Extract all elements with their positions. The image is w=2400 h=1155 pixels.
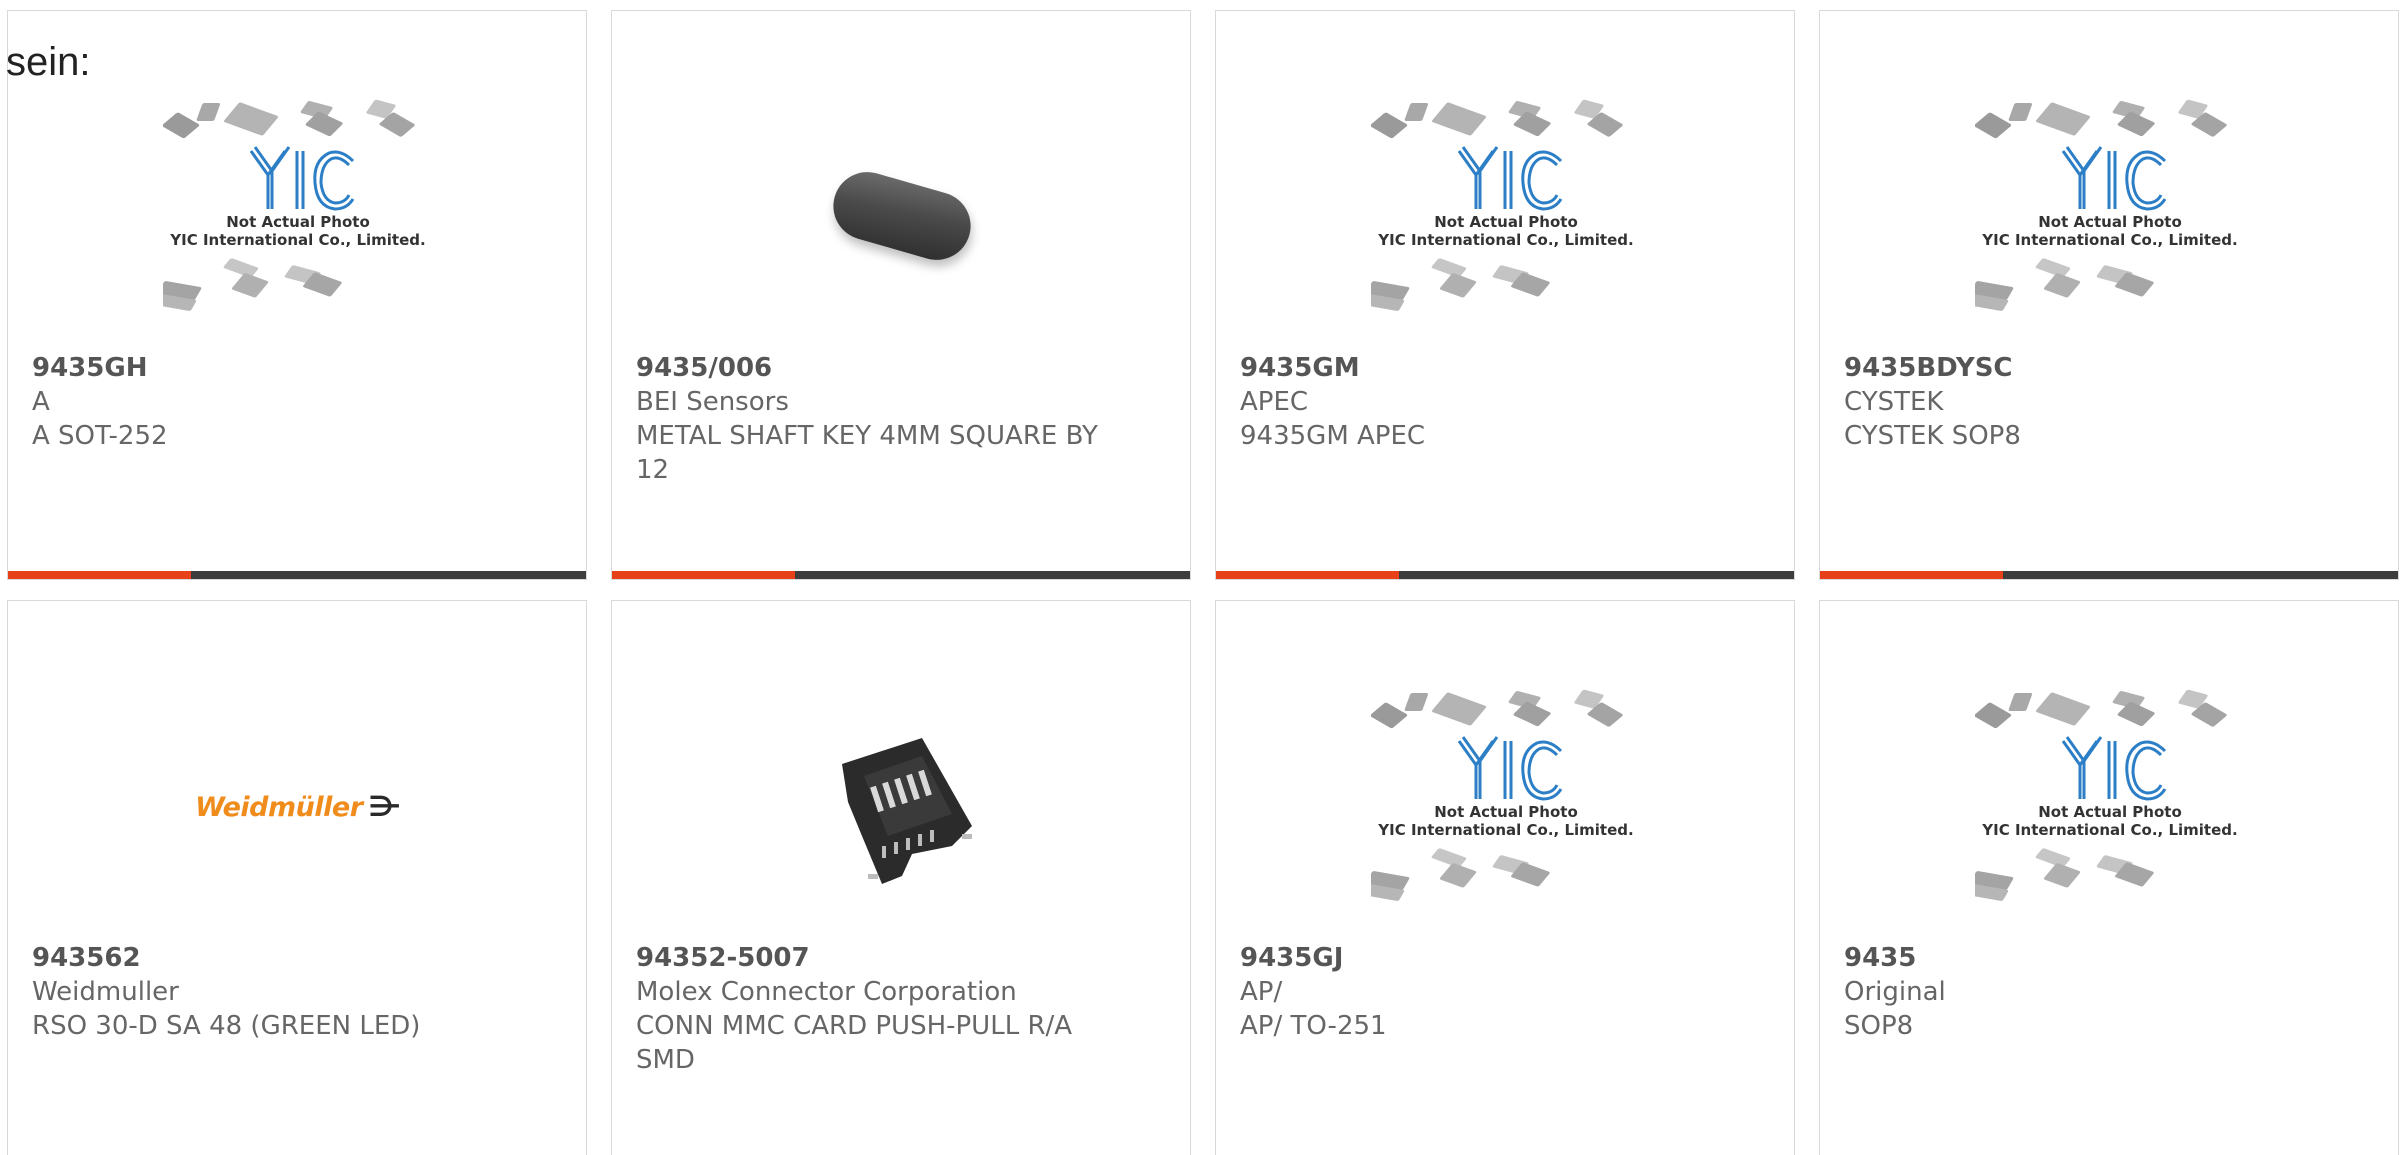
card-accent bbox=[1820, 571, 2003, 579]
placeholder-caption-2: YIC International Co., Limited. bbox=[1377, 231, 1633, 249]
description: SOP8 bbox=[1844, 1011, 1914, 1041]
yic-placeholder-image[interactable]: Not Actual Photo YIC International Co., L… bbox=[1371, 681, 1641, 931]
description: CYSTEK SOP8 bbox=[1844, 421, 2021, 451]
manufacturer: APEC bbox=[1240, 387, 1309, 417]
placeholder-caption-2: YIC International Co., Limited. bbox=[169, 231, 425, 249]
yic-placeholder-image[interactable]: Not Actual Photo YIC International Co., L… bbox=[163, 91, 433, 341]
yic-placeholder-svg: Not Actual PhotoYIC International Co., L… bbox=[1371, 99, 1634, 311]
product-grid-page: sein: Not Actual Photo YIC International … bbox=[0, 0, 2400, 1155]
yic-placeholder-svg: Not Actual PhotoYIC International Co., L… bbox=[1975, 99, 2238, 311]
yic-logo-icon bbox=[2061, 146, 2167, 211]
placeholder-caption-2: YIC International Co., Limited. bbox=[1981, 821, 2237, 839]
card-bottom-bar bbox=[1216, 571, 1794, 579]
description: RSO 30-D SA 48 (GREEN LED) bbox=[32, 1011, 421, 1041]
description: AP/ TO-251 bbox=[1240, 1011, 1387, 1041]
description: A SOT-252 bbox=[32, 421, 168, 451]
part-number-link[interactable]: 9435GH bbox=[32, 351, 532, 385]
placeholder-caption-1: Not Actual Photo bbox=[1434, 213, 1578, 231]
weidmuller-mark-icon: ⋺ bbox=[368, 789, 401, 823]
manufacturer: Molex Connector Corporation bbox=[636, 977, 1017, 1007]
product-card[interactable]: 94352-5007 Molex Connector Corporation C… bbox=[611, 600, 1191, 1155]
yic-placeholder-image[interactable]: Not Actual Photo YIC International Co., L… bbox=[1975, 681, 2245, 931]
card-accent bbox=[8, 571, 191, 579]
connector-photo bbox=[842, 738, 972, 884]
product-card[interactable]: Weidmüller ⋺ 943562 Weidmuller RSO 30-D S… bbox=[7, 600, 587, 1155]
connector-image[interactable] bbox=[767, 681, 1037, 931]
weidmuller-logo: Weidmüller ⋺ bbox=[195, 790, 401, 823]
product-card[interactable]: Not Actual Photo YIC International Co., L… bbox=[7, 10, 587, 580]
card-accent bbox=[612, 571, 795, 579]
card-bottom-bar bbox=[612, 571, 1190, 579]
placeholder-caption-1: Not Actual Photo bbox=[226, 213, 370, 231]
manufacturer: Original bbox=[1844, 977, 1946, 1007]
yic-placeholder-svg: Not Actual PhotoYIC International Co., L… bbox=[1975, 689, 2238, 901]
product-card[interactable]: Not Actual Photo YIC International Co., L… bbox=[1819, 600, 2399, 1155]
placeholder-caption-2: YIC International Co., Limited. bbox=[1377, 821, 1633, 839]
yic-logo-icon bbox=[1457, 146, 1563, 211]
yic-placeholder-svg: Not Actual PhotoYIC International Co., L… bbox=[163, 99, 426, 311]
yic-placeholder-svg: Not Actual PhotoYIC International Co., L… bbox=[1371, 689, 1634, 901]
yic-placeholder-image[interactable]: Not Actual Photo YIC International Co., L… bbox=[1371, 91, 1641, 341]
part-number-link[interactable]: 9435GM bbox=[1240, 351, 1740, 385]
part-number-link[interactable]: 9435/006 bbox=[636, 351, 1136, 385]
shaft-key-photo bbox=[825, 164, 979, 268]
lead-text: sein: bbox=[6, 40, 91, 84]
part-number-link[interactable]: 943562 bbox=[32, 941, 532, 975]
yic-logo-icon bbox=[1457, 736, 1563, 801]
product-card[interactable]: Not Actual Photo YIC International Co., L… bbox=[1819, 10, 2399, 580]
shaft-key-image[interactable] bbox=[767, 91, 1037, 341]
weidmuller-logo-text: Weidmüller bbox=[195, 791, 363, 823]
card-bottom-bar bbox=[1820, 571, 2398, 579]
manufacturer: A bbox=[32, 387, 50, 417]
description: METAL SHAFT KEY 4MM SQUARE BY 12 bbox=[636, 421, 1098, 485]
yic-logo-icon bbox=[249, 146, 355, 211]
card-accent bbox=[1216, 571, 1399, 579]
manufacturer: CYSTEK bbox=[1844, 387, 1944, 417]
card-bottom-bar bbox=[8, 571, 586, 579]
description: CONN MMC CARD PUSH-PULL R/A SMD bbox=[636, 1011, 1073, 1075]
product-card[interactable]: Not Actual Photo YIC International Co., L… bbox=[1215, 600, 1795, 1155]
yic-logo-icon bbox=[2061, 736, 2167, 801]
placeholder-caption-1: Not Actual Photo bbox=[2038, 213, 2182, 231]
placeholder-caption-1: Not Actual Photo bbox=[1434, 803, 1578, 821]
weidmuller-logo-image[interactable]: Weidmüller ⋺ bbox=[163, 681, 433, 931]
manufacturer: BEI Sensors bbox=[636, 387, 789, 417]
part-number-link[interactable]: 9435GJ bbox=[1240, 941, 1740, 975]
placeholder-caption-2: YIC International Co., Limited. bbox=[1981, 231, 2237, 249]
description: 9435GM APEC bbox=[1240, 421, 1426, 451]
product-card[interactable]: 9435/006 BEI Sensors METAL SHAFT KEY 4MM… bbox=[611, 10, 1191, 580]
part-number-link[interactable]: 9435BDYSC bbox=[1844, 351, 2344, 385]
placeholder-caption-1: Not Actual Photo bbox=[2038, 803, 2182, 821]
manufacturer: AP/ bbox=[1240, 977, 1283, 1007]
part-number-link[interactable]: 9435 bbox=[1844, 941, 2344, 975]
product-card[interactable]: Not Actual Photo YIC International Co., L… bbox=[1215, 10, 1795, 580]
part-number-link[interactable]: 94352-5007 bbox=[636, 941, 1136, 975]
yic-placeholder-image[interactable]: Not Actual Photo YIC International Co., L… bbox=[1975, 91, 2245, 341]
manufacturer: Weidmuller bbox=[32, 977, 179, 1007]
